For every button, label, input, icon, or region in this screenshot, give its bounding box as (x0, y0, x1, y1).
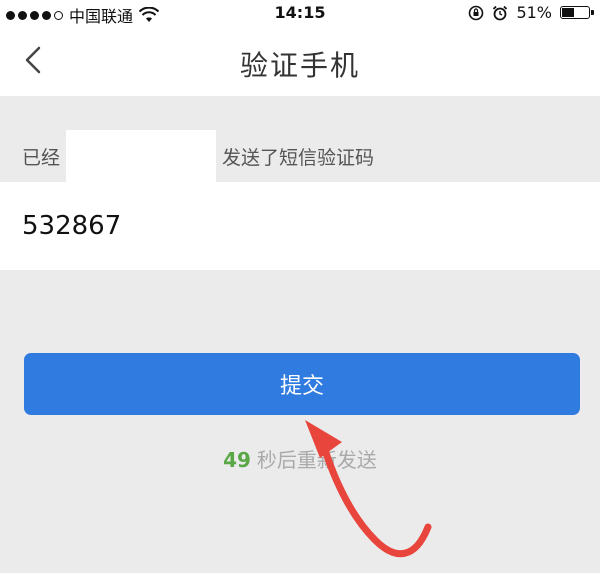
annotation-arrow-icon (305, 420, 432, 558)
sms-info-row: 已经 发送了短信验证码 (0, 96, 600, 182)
status-right: 51% (468, 3, 594, 22)
battery-icon (560, 6, 594, 19)
rotation-lock-icon (469, 5, 484, 20)
info-prefix: 已经 (22, 146, 61, 169)
submit-button[interactable]: 提交 (24, 353, 580, 415)
alarm-icon (493, 5, 508, 20)
nav-bar: 验证手机 (0, 26, 600, 96)
info-suffix: 发送了短信验证码 (222, 146, 375, 169)
battery-percent: 51% (516, 3, 552, 22)
page-title: 验证手机 (239, 49, 360, 82)
redacted-phone-number (66, 130, 217, 182)
verification-code-input[interactable] (22, 204, 562, 248)
status-bar: 中国联通 14:15 51% (0, 0, 600, 26)
countdown-seconds: 49 (223, 448, 251, 472)
verification-code-row (0, 182, 600, 270)
sms-info-text: 已经 发送了短信验证码 (22, 130, 374, 182)
